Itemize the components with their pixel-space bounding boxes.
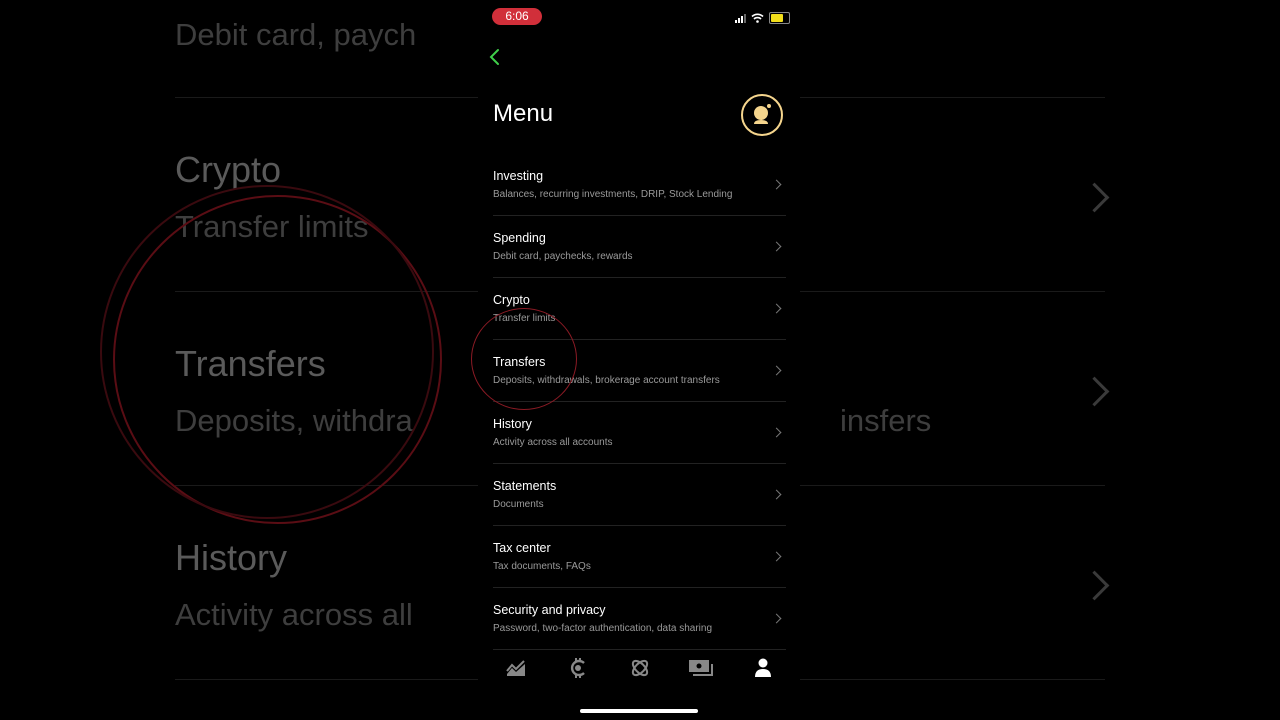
chart-icon <box>506 660 525 676</box>
nav-cash-button[interactable] <box>688 655 714 681</box>
menu-item-title: Transfers <box>493 355 546 369</box>
bg-row-subtitle: Debit card, paych <box>175 17 417 52</box>
signal-icon <box>735 13 746 23</box>
chevron-right-icon <box>1079 570 1110 601</box>
menu-item-subtitle: Balances, recurring investments, DRIP, S… <box>493 189 733 200</box>
menu-item-investing[interactable]: Investing Balances, recurring investment… <box>493 154 786 216</box>
menu-item-title: Statements <box>493 479 557 493</box>
nav-investing-button[interactable] <box>503 655 529 681</box>
menu-item-statements[interactable]: Statements Documents <box>493 464 786 526</box>
menu-item-tax-center[interactable]: Tax center Tax documents, FAQs <box>493 526 786 588</box>
orbit-icon <box>631 659 648 677</box>
chevron-right-icon <box>771 241 782 252</box>
wifi-icon <box>751 13 764 23</box>
menu-item-subtitle: Debit card, paychecks, rewards <box>493 251 633 262</box>
bg-row-subtitle: Activity across all <box>175 597 413 632</box>
chevron-right-icon <box>771 613 782 624</box>
menu-item-title: Security and privacy <box>493 603 606 617</box>
menu-item-history[interactable]: History Activity across all accounts <box>493 402 786 464</box>
menu-item-subtitle: Tax documents, FAQs <box>493 561 591 572</box>
menu-item-spending[interactable]: Spending Debit card, paychecks, rewards <box>493 216 786 278</box>
home-indicator[interactable] <box>580 709 698 713</box>
status-time: 6:06 <box>492 8 542 25</box>
phone-screen: 6:06 Menu Investing Balances, recurring … <box>478 0 800 720</box>
nav-crypto-button[interactable] <box>565 655 591 681</box>
menu-item-title: Spending <box>493 231 546 245</box>
cash-icon <box>689 660 714 676</box>
battery-icon <box>769 12 790 24</box>
nav-explore-button[interactable] <box>627 655 653 681</box>
menu-item-crypto[interactable]: Crypto Transfer limits <box>493 278 786 340</box>
nav-account-button[interactable] <box>750 655 776 681</box>
avatar-icon <box>754 104 771 124</box>
menu-list: Investing Balances, recurring investment… <box>493 154 786 650</box>
chevron-right-icon <box>771 489 782 500</box>
menu-item-transfers[interactable]: Transfers Deposits, withdrawals, brokera… <box>493 340 786 402</box>
menu-item-security-privacy[interactable]: Security and privacy Password, two-facto… <box>493 588 786 650</box>
menu-item-subtitle: Password, two-factor authentication, dat… <box>493 623 713 634</box>
person-icon <box>755 658 771 677</box>
chevron-right-icon <box>771 179 782 190</box>
menu-item-subtitle: Transfer limits <box>493 313 556 324</box>
back-button[interactable] <box>486 48 504 66</box>
menu-item-title: Tax center <box>493 541 551 555</box>
menu-item-subtitle: Documents <box>493 499 544 510</box>
chevron-right-icon <box>771 551 782 562</box>
bg-row-title: History <box>175 537 288 578</box>
menu-item-title: History <box>493 417 532 431</box>
status-icons <box>735 12 790 24</box>
chevron-right-icon <box>771 427 782 438</box>
chevron-right-icon <box>771 365 782 376</box>
menu-item-title: Crypto <box>493 293 530 307</box>
menu-item-title: Investing <box>493 169 544 183</box>
page-title: Menu <box>493 100 554 127</box>
bottom-nav <box>493 655 786 681</box>
chevron-right-icon <box>1079 376 1110 407</box>
chevron-right-icon <box>771 303 782 314</box>
bg-annotation-circle <box>100 185 434 519</box>
chevron-right-icon <box>1079 182 1110 213</box>
menu-item-subtitle: Deposits, withdrawals, brokerage account… <box>493 375 720 386</box>
bg-row-subtitle-right: insfers <box>840 403 932 438</box>
menu-item-subtitle: Activity across all accounts <box>493 437 613 448</box>
crypto-icon <box>570 658 585 678</box>
chevron-left-icon <box>489 49 499 65</box>
profile-avatar-button[interactable] <box>741 94 783 136</box>
